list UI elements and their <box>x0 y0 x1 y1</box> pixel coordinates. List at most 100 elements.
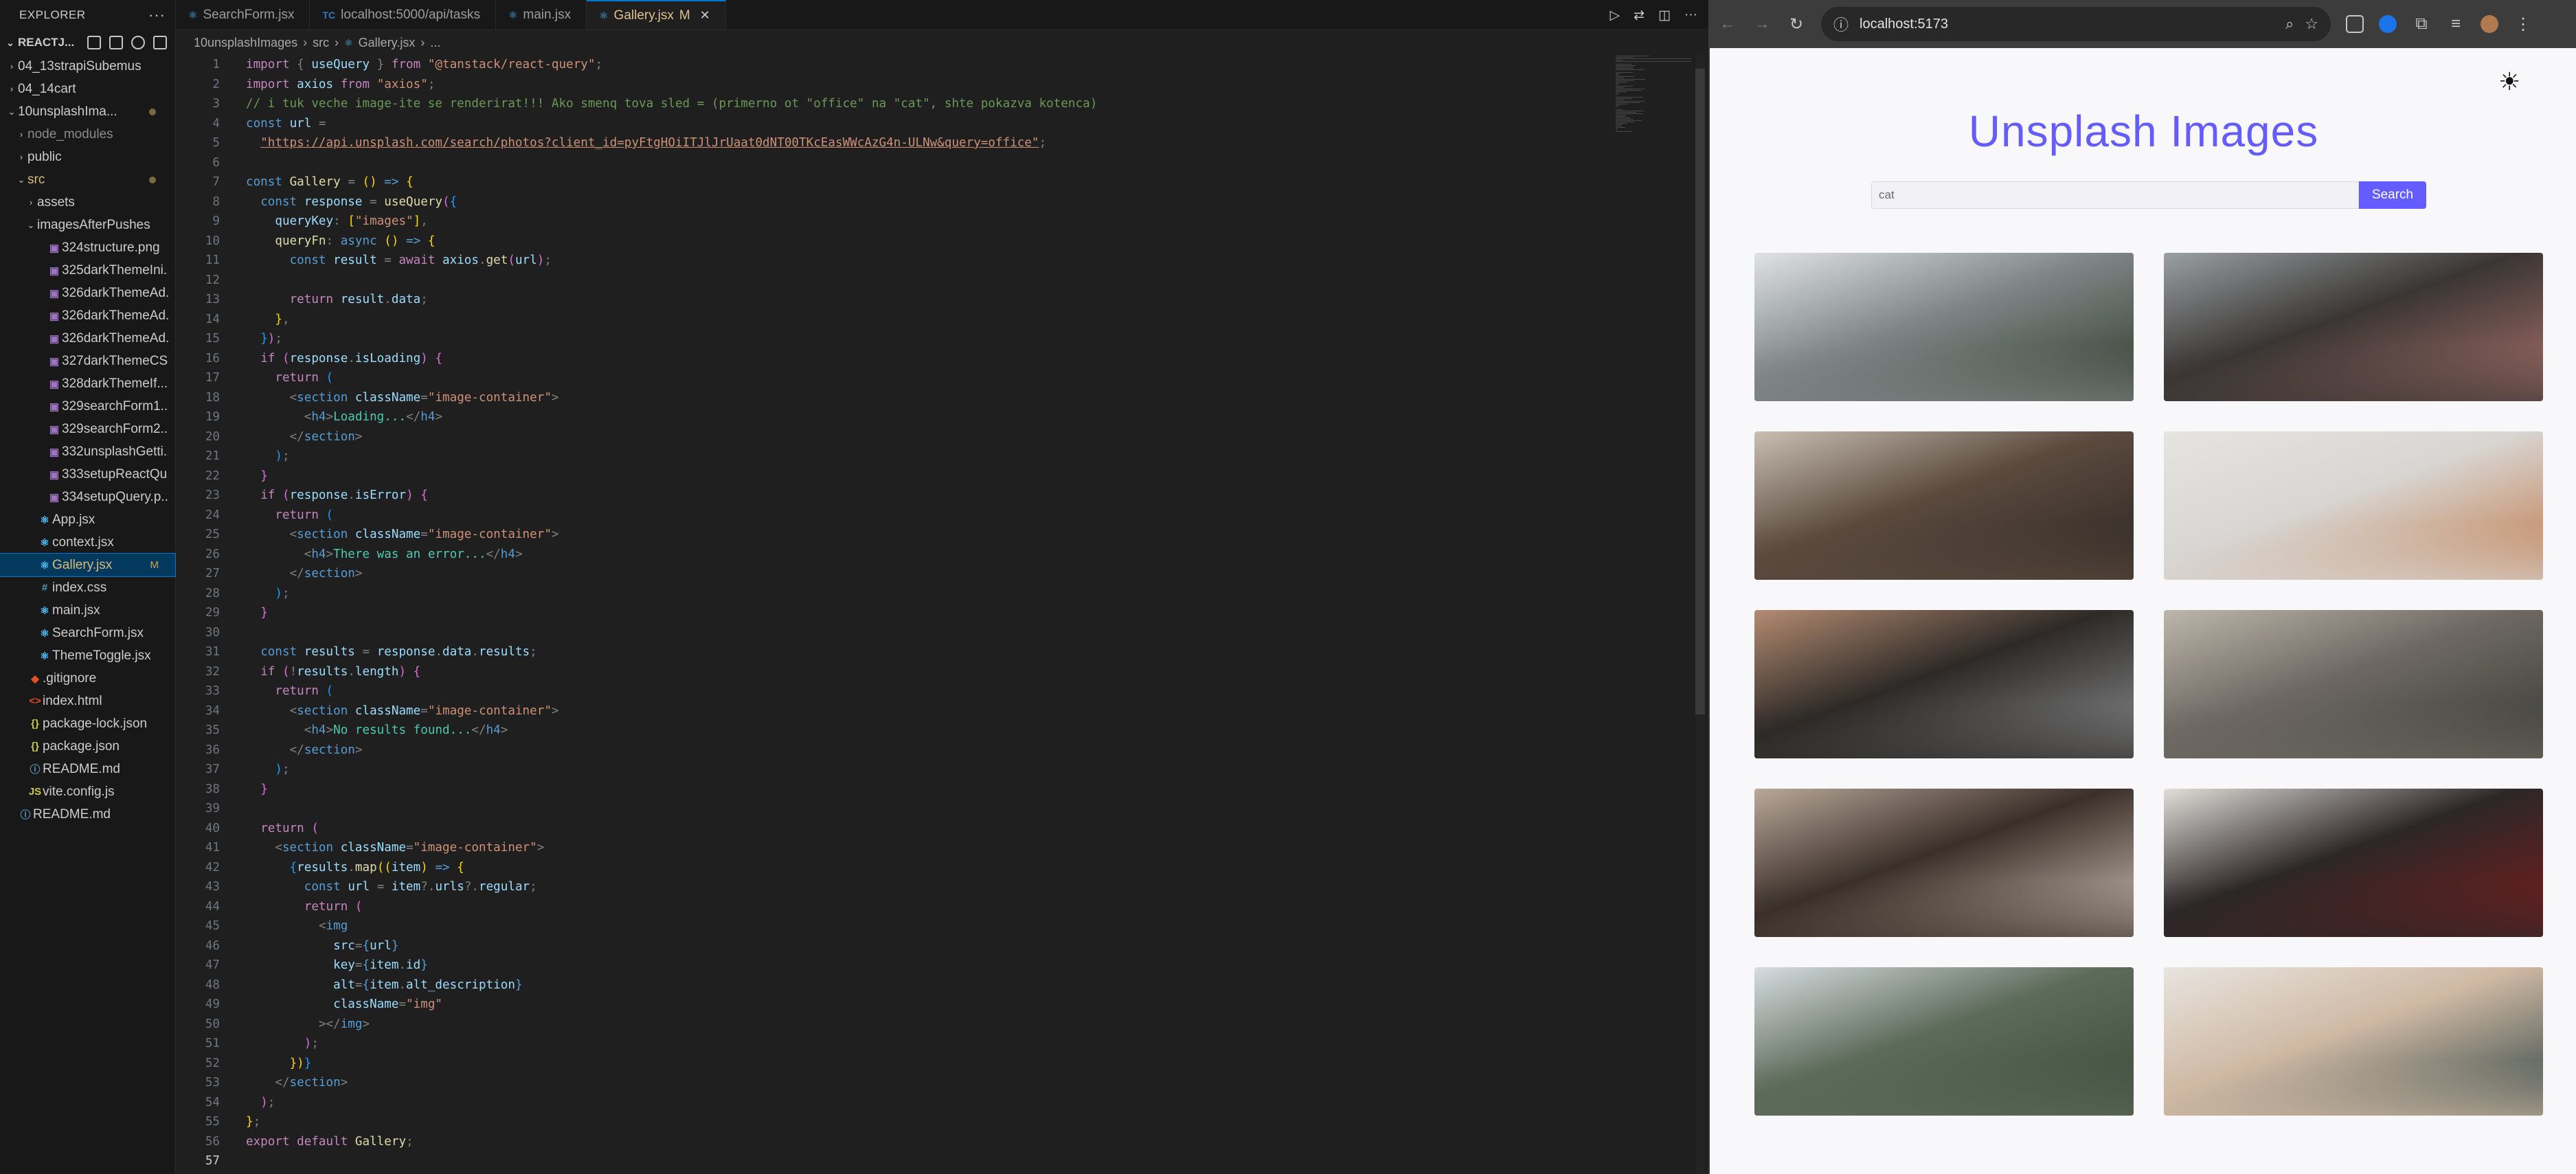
tree-item[interactable]: › 04_14cart <box>0 78 175 100</box>
code-line[interactable]: 51 ); <box>176 1034 1618 1054</box>
tree-item[interactable]: ▣ 333setupReactQu... <box>0 463 175 486</box>
gallery-image[interactable] <box>1754 431 2134 580</box>
sun-icon[interactable]: ☀ <box>2498 67 2520 96</box>
code-line[interactable]: 3 // i tuk veche image-ite se renderirat!… <box>176 94 1618 114</box>
code-line[interactable]: 15 }); <box>176 329 1618 349</box>
code-line[interactable]: 19 <h4>Loading...</h4> <box>176 407 1618 427</box>
tree-item[interactable]: ⚛ Gallery.jsx M <box>0 553 176 577</box>
code-line[interactable]: 25 <section className="image-container"> <box>176 525 1618 545</box>
code-line[interactable]: 16 if (response.isLoading) { <box>176 349 1618 369</box>
tree-item[interactable]: › assets <box>0 191 175 214</box>
extension-icon[interactable] <box>2379 15 2397 33</box>
code-line[interactable]: 45 <img <box>176 916 1618 936</box>
media-controls-icon[interactable]: ≡ <box>2446 14 2465 34</box>
code-line[interactable]: 23 if (response.isError) { <box>176 486 1618 506</box>
tree-item[interactable]: ▣ 327darkThemeCS... <box>0 350 175 372</box>
tree-item[interactable]: ▣ 328darkThemeIf... <box>0 372 175 395</box>
editor-tab[interactable]: ⚛ Gallery.jsx M ✕ <box>587 0 726 30</box>
site-info-icon[interactable]: ⓘ <box>1833 13 1849 35</box>
compare-icon[interactable]: ⇄ <box>1634 8 1645 23</box>
zoom-icon[interactable]: ⌕ <box>2285 15 2294 33</box>
tree-item[interactable]: ▣ 332unsplashGetti... <box>0 440 175 463</box>
tree-item[interactable]: ⌄ 10unsplashIma... <box>0 100 175 123</box>
search-button[interactable]: Search <box>2359 181 2426 209</box>
address-bar[interactable]: ⓘ localhost:5173 ⌕ ☆ <box>1821 7 2331 41</box>
tree-item[interactable]: {} package-lock.json <box>0 712 175 735</box>
gallery-image[interactable] <box>1754 967 2134 1116</box>
code-line[interactable]: 28 ); <box>176 584 1618 604</box>
tree-item[interactable]: ⌄ imagesAfterPushes <box>0 214 175 236</box>
code-line[interactable]: 13 return result.data; <box>176 290 1618 310</box>
tree-item[interactable]: ⚛ SearchForm.jsx <box>0 622 175 644</box>
code-line[interactable]: 32 if (!results.length) { <box>176 662 1618 682</box>
address-url[interactable]: localhost:5173 <box>1860 16 2274 32</box>
code-line[interactable]: 36 </section> <box>176 741 1618 760</box>
extensions-puzzle-icon[interactable]: ⧉ <box>2412 14 2431 34</box>
tree-item[interactable]: › public <box>0 146 175 168</box>
code-line[interactable]: 41 <section className="image-container"> <box>176 838 1618 858</box>
code-line[interactable]: 49 className="img" <box>176 995 1618 1015</box>
code-line[interactable]: 44 return ( <box>176 897 1618 917</box>
editor-tab[interactable]: ⚛ SearchForm.jsx <box>176 0 310 30</box>
code-line[interactable]: 27 </section> <box>176 564 1618 584</box>
close-tab-icon[interactable]: ✕ <box>700 8 710 23</box>
editor-tab[interactable]: ⚛ main.jsx <box>496 0 587 30</box>
profile-avatar[interactable] <box>2481 15 2498 33</box>
code-line[interactable]: 21 ); <box>176 447 1618 466</box>
tree-item[interactable]: ⓘ README.md <box>0 803 175 826</box>
tree-item[interactable]: ▣ 329searchForm2.... <box>0 418 175 440</box>
bookmark-star-icon[interactable]: ☆ <box>2305 15 2318 33</box>
gallery-image[interactable] <box>1754 253 2134 401</box>
code-line[interactable]: 1 import { useQuery } from "@tanstack/rea… <box>176 55 1618 75</box>
code-line[interactable]: 4 const url = <box>176 114 1618 134</box>
code-line[interactable]: 14 }, <box>176 310 1618 330</box>
tree-item[interactable]: ▣ 325darkThemeIni... <box>0 259 175 282</box>
tree-item[interactable]: ⌄ src <box>0 168 175 191</box>
code-line[interactable]: 52 })} <box>176 1054 1618 1074</box>
code-line[interactable]: 48 alt={item.alt_description} <box>176 975 1618 995</box>
tree-item[interactable]: › 04_13strapiSubemus <box>0 55 175 78</box>
code-line[interactable]: 55}; <box>176 1112 1618 1132</box>
code-line[interactable]: 30 <box>176 623 1618 643</box>
tree-item[interactable]: ▣ 326darkThemeAd... <box>0 282 175 304</box>
tree-item[interactable]: # index.css <box>0 576 175 599</box>
gallery-image[interactable] <box>2164 967 2543 1116</box>
code-line[interactable]: 31 const results = response.data.results… <box>176 642 1618 662</box>
new-folder-icon[interactable] <box>109 36 123 49</box>
tree-item[interactable]: ⚛ ThemeToggle.jsx <box>0 644 175 667</box>
code-line[interactable]: 43 const url = item?.urls?.regular; <box>176 877 1618 897</box>
refresh-icon[interactable] <box>131 36 145 49</box>
code-line[interactable]: 42 {results.map((item) => { <box>176 858 1618 878</box>
code-line[interactable]: 20 </section> <box>176 427 1618 447</box>
code-line[interactable]: 8 const response = useQuery({ <box>176 192 1618 212</box>
tree-item[interactable]: ▣ 326darkThemeAd... <box>0 327 175 350</box>
code-line[interactable]: 54 ); <box>176 1093 1618 1113</box>
code-line[interactable]: 33 return ( <box>176 681 1618 701</box>
tree-item[interactable]: ◆ .gitignore <box>0 667 175 690</box>
tree-item[interactable]: › node_modules <box>0 123 175 146</box>
code-line[interactable]: 38 } <box>176 780 1618 800</box>
code-line[interactable]: 9 queryKey: ["images"], <box>176 212 1618 232</box>
editor-tab[interactable]: TC localhost:5000/api/tasks <box>310 0 496 30</box>
new-file-icon[interactable] <box>87 36 101 49</box>
code-line[interactable]: 26 <h4>There was an error...</h4> <box>176 545 1618 565</box>
tree-item[interactable]: ⚛ App.jsx <box>0 508 175 531</box>
code-editor[interactable]: 1 import { useQuery } from "@tanstack/rea… <box>176 55 1618 1174</box>
code-line[interactable]: 17 return ( <box>176 368 1618 388</box>
tree-item[interactable]: {} package.json <box>0 735 175 758</box>
code-line[interactable]: 40 return ( <box>176 819 1618 839</box>
gallery-image[interactable] <box>2164 253 2543 401</box>
code-line[interactable]: 56 export default Gallery; <box>176 1132 1618 1152</box>
code-line[interactable]: 34 <section className="image-container"> <box>176 701 1618 721</box>
collapse-all-icon[interactable] <box>153 36 167 49</box>
gallery-image[interactable] <box>1754 610 2134 758</box>
forward-icon[interactable]: → <box>1752 14 1772 34</box>
breadcrumb-item[interactable]: Gallery.jsx <box>359 36 416 50</box>
code-line[interactable]: 46 src={url} <box>176 936 1618 956</box>
tree-item[interactable]: ⓘ README.md <box>0 758 175 780</box>
gallery-image[interactable] <box>2164 789 2543 937</box>
code-line[interactable]: 35 <h4>No results found...</h4> <box>176 721 1618 741</box>
tree-item[interactable]: <> index.html <box>0 690 175 712</box>
more-actions-icon[interactable]: ··· <box>148 6 166 24</box>
code-line[interactable]: 53 </section> <box>176 1073 1618 1093</box>
